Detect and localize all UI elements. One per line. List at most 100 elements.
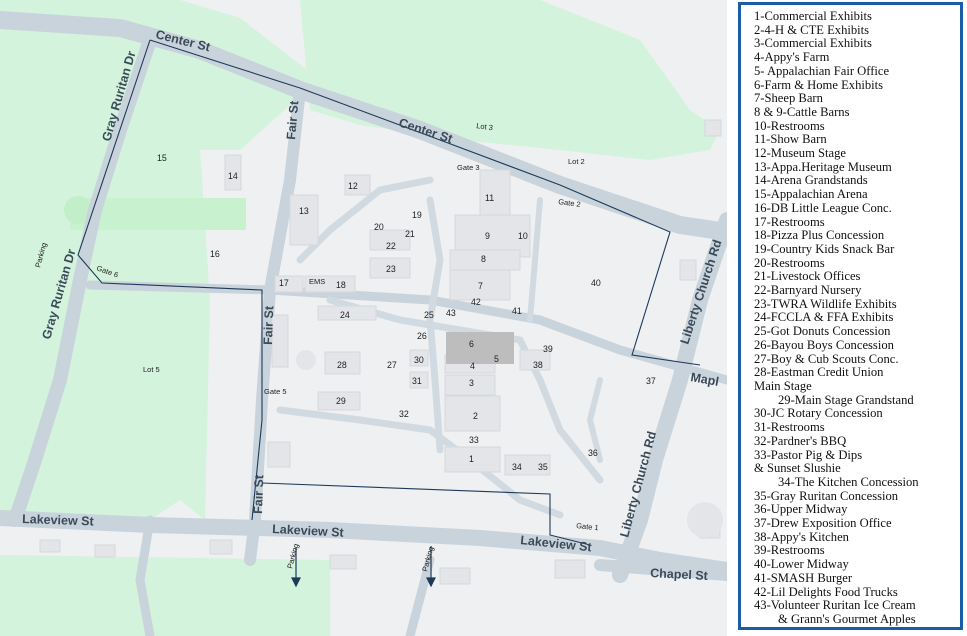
location-25: 25 <box>424 310 434 320</box>
legend-item: 5- Appalachian Fair Office <box>754 63 890 78</box>
location-20: 20 <box>374 222 384 232</box>
legend-item: 1-Commercial Exhibits <box>754 9 872 23</box>
legend-item: 27-Boy & Cub Scouts Conc. <box>754 351 899 366</box>
legend-item: 36-Upper Midway <box>754 502 848 517</box>
legend-item: & Sunset Slushie <box>754 461 841 476</box>
location-42: 42 <box>471 297 481 307</box>
legend-item: 7-Sheep Barn <box>754 91 823 106</box>
ems-label: EMS <box>309 277 325 286</box>
legend-item: 32-Pardner's BBQ <box>754 433 847 448</box>
lot-label: Lot 5 <box>143 365 160 374</box>
legend-item: 8 & 9-Cattle Barns <box>754 104 850 119</box>
legend-item: 10-Restrooms <box>754 118 825 133</box>
legend-item: 37-Drew Exposition Office <box>754 516 892 531</box>
location-1: 1 <box>469 454 474 464</box>
legend-item: 3-Commercial Exhibits <box>754 36 872 51</box>
legend-item: 13-Appa.Heritage Museum <box>754 159 892 174</box>
legend-item: 43-Volunteer Ruritan Ice Cream <box>754 598 916 613</box>
legend-item: 23-TWRA Wildlife Exhibits <box>754 296 897 311</box>
location-6: 6 <box>469 339 474 349</box>
location-32: 32 <box>399 409 409 419</box>
location-13: 13 <box>299 206 309 216</box>
location-35: 35 <box>538 462 548 472</box>
legend-item: Main Stage <box>754 378 812 393</box>
legend-item-continuation: 29-Main Stage Grandstand <box>778 392 914 407</box>
legend-item: 18-Pizza Plus Concession <box>754 228 885 243</box>
location-18: 18 <box>336 280 346 290</box>
round-structure <box>687 502 723 538</box>
legend-item: 33-Pastor Pig & Dips <box>754 447 863 462</box>
fairgrounds-map: Center St Center St Gray Ruritan Dr Gray… <box>0 0 727 636</box>
legend-item: 30-JC Rotary Concession <box>754 406 883 421</box>
legend-list: 1-Commercial Exhibits 2-4-H & CTE Exhibi… <box>754 9 960 627</box>
legend-item: 41-SMASH Burger <box>754 570 853 585</box>
street-label: Lakeview St <box>22 512 95 529</box>
legend-item: 6-Farm & Home Exhibits <box>754 77 884 92</box>
location-10: 10 <box>518 231 528 241</box>
legend-item: 28-Eastman Credit Union <box>754 365 884 380</box>
legend-item: 21-Livestock Offices <box>754 269 861 284</box>
legend-item: 4-Appy's Farm <box>754 50 830 65</box>
location-31: 31 <box>412 376 422 386</box>
location-27: 27 <box>387 360 397 370</box>
legend-item: 20-Restrooms <box>754 255 825 270</box>
location-12: 12 <box>348 181 358 191</box>
location-4: 4 <box>470 361 475 371</box>
location-38: 38 <box>533 360 543 370</box>
legend-item-continuation: 34-The Kitchen Concession <box>778 474 919 489</box>
location-33: 33 <box>469 435 479 445</box>
location-29: 29 <box>336 396 346 406</box>
legend-panel: 1-Commercial Exhibits 2-4-H & CTE Exhibi… <box>738 2 963 630</box>
location-39: 39 <box>543 344 553 354</box>
location-17: 17 <box>279 278 289 288</box>
street-label: Fair St <box>251 474 266 514</box>
gate-label: Gate 5 <box>264 387 287 396</box>
legend-item: 19-Country Kids Snack Bar <box>754 241 895 256</box>
legend-item: 15-Appalachian Arena <box>754 187 868 202</box>
location-22: 22 <box>386 241 396 251</box>
legend-item: 35-Gray Ruritan Concession <box>754 488 899 503</box>
gate-label: Gate 3 <box>457 163 480 172</box>
location-5: 5 <box>494 354 499 364</box>
location-2: 2 <box>473 411 478 421</box>
location-16: 16 <box>210 249 220 259</box>
legend-item: 25-Got Donuts Concession <box>754 324 891 339</box>
location-15: 15 <box>157 153 167 163</box>
legend-item: 16-DB Little League Conc. <box>754 200 892 215</box>
legend-item: 24-FCCLA & FFA Exhibits <box>754 310 894 325</box>
location-8: 8 <box>481 254 486 264</box>
street-label: Fair St <box>261 305 276 345</box>
legend-item: 12-Museum Stage <box>754 146 846 161</box>
stage-circle <box>296 350 316 370</box>
legend-item: 17-Restrooms <box>754 214 825 229</box>
location-3: 3 <box>469 378 474 388</box>
location-21: 21 <box>405 229 415 239</box>
location-41: 41 <box>512 306 522 316</box>
legend-item: 38-Appy's Kitchen <box>754 529 849 544</box>
legend-item: 39-Restrooms <box>754 543 825 558</box>
legend-item: 2-4-H & CTE Exhibits <box>754 22 870 37</box>
location-14: 14 <box>228 171 238 181</box>
legend-item: 31-Restrooms <box>754 420 825 435</box>
location-40: 40 <box>591 278 601 288</box>
location-11: 11 <box>485 193 494 203</box>
location-34: 34 <box>512 462 522 472</box>
legend-item: 14-Arena Grandstands <box>754 173 868 188</box>
location-26: 26 <box>417 331 427 341</box>
legend-item: 42-Lil Delights Food Trucks <box>754 584 898 599</box>
legend-item: 26-Bayou Boys Concession <box>754 337 894 352</box>
location-24: 24 <box>340 310 350 320</box>
location-37: 37 <box>646 376 656 386</box>
legend-item-continuation: & Grann's Gourmet Apples <box>778 611 916 626</box>
location-9: 9 <box>485 231 490 241</box>
location-23: 23 <box>386 264 396 274</box>
legend-item: 11-Show Barn <box>754 132 827 147</box>
location-28: 28 <box>337 360 347 370</box>
location-7: 7 <box>478 281 483 291</box>
location-43: 43 <box>446 308 456 318</box>
legend-item: 22-Barnyard Nursery <box>754 283 862 298</box>
highlight-building-6 <box>446 332 514 364</box>
location-36: 36 <box>588 448 598 458</box>
legend-item: 40-Lower Midway <box>754 557 849 572</box>
location-30: 30 <box>414 355 424 365</box>
